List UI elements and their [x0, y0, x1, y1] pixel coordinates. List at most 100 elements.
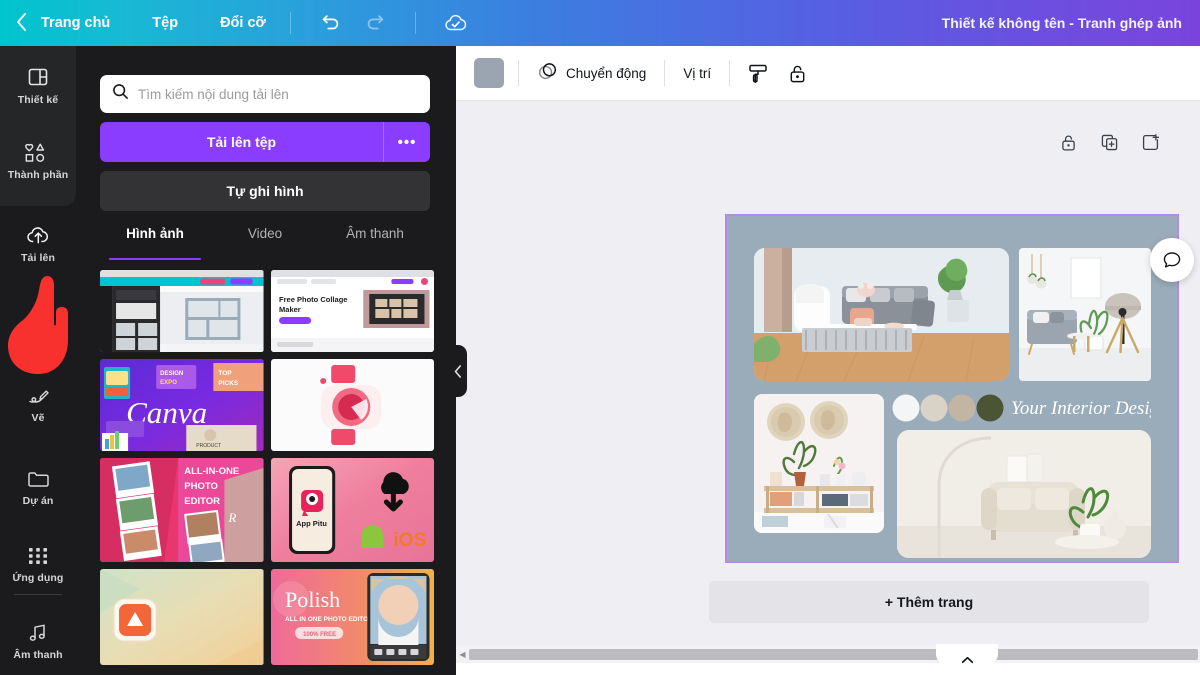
- tab-audio[interactable]: Âm thanh: [320, 226, 430, 260]
- thumbnail-canva-editor[interactable]: [100, 270, 264, 352]
- svg-text:ALL-IN-ONE: ALL-IN-ONE: [184, 466, 239, 477]
- header-divider-2: [414, 12, 416, 34]
- expand-panel-handle[interactable]: [936, 644, 998, 665]
- sidebar-label-audio: Âm thanh: [13, 648, 63, 661]
- photo-shelf-wall-art-room[interactable]: [754, 394, 884, 533]
- upload-file-button[interactable]: Tải lên tệp •••: [100, 122, 430, 162]
- element-toolbar: Chuyển động Vị trí: [456, 46, 1200, 101]
- circles-motion-icon: [537, 61, 558, 85]
- search-icon: [112, 83, 129, 105]
- document-title[interactable]: Thiết kế không tên - Tranh ghép ảnh: [942, 0, 1182, 46]
- search-box[interactable]: [100, 75, 430, 113]
- svg-text:Maker: Maker: [279, 305, 301, 314]
- lock-open-icon[interactable]: [784, 60, 811, 87]
- toolbar-divider-3: [729, 60, 731, 86]
- caret-left-icon[interactable]: ◀: [456, 650, 469, 659]
- editor-area: Chuyển động Vị trí Your Interior Desi + …: [456, 46, 1200, 675]
- animate-button[interactable]: Chuyển động: [533, 56, 650, 90]
- svg-text:R: R: [227, 510, 236, 525]
- svg-text:Free Photo Collage: Free Photo Collage: [279, 295, 347, 304]
- signature-text[interactable]: Your Interior Design: [1009, 392, 1151, 422]
- cloud-upload-icon: [25, 224, 52, 247]
- thumbnail-polaroid-collage[interactable]: ALL-IN-ONE PHOTO EDITOR R: [100, 458, 264, 562]
- color-palette-swatches[interactable]: [892, 394, 1004, 422]
- svg-text:PRODUCT: PRODUCT: [196, 443, 221, 449]
- upload-file-label: Tải lên tệp: [206, 134, 277, 150]
- undo-icon[interactable]: [316, 8, 346, 38]
- thumbnail-canva-banner[interactable]: DESIGN EXPO TOP PICKS Canva PRODUCT: [100, 359, 264, 451]
- cloud-check-icon[interactable]: [441, 8, 471, 38]
- sidebar-label-elements: Thành phần: [7, 168, 69, 181]
- rail-divider: [14, 594, 62, 595]
- app-header: Trang chủ Tệp Đổi cỡ Thiết kế không tên …: [0, 0, 1200, 46]
- svg-text:100% FREE: 100% FREE: [303, 632, 336, 638]
- canva-editor-window: Trang chủ Tệp Đổi cỡ Thiết kế không tên …: [0, 0, 1200, 675]
- sidebar-item-apps[interactable]: Ứng dụng: [0, 531, 76, 597]
- folder-icon: [26, 468, 51, 490]
- sidebar-item-elements[interactable]: Thành phần: [0, 128, 76, 194]
- svg-text:iOS: iOS: [393, 530, 426, 551]
- left-rail: Thiết kế Thành phần Tải lên Vẽ Dự án Ứng…: [0, 46, 76, 675]
- scrollbar-thumb[interactable]: [469, 649, 1198, 660]
- thumbnail-airbrush-app[interactable]: [100, 569, 264, 665]
- add-page-icon[interactable]: [1141, 133, 1160, 152]
- photo-minimal-white-room-lamp[interactable]: [1019, 248, 1151, 381]
- panel-collapse-button[interactable]: [449, 345, 467, 397]
- search-input[interactable]: [138, 86, 408, 102]
- record-yourself-button[interactable]: Tự ghi hình: [100, 171, 430, 211]
- uploads-panel: Tải lên tệp ••• Tự ghi hình Hình ảnh Vid…: [76, 46, 456, 675]
- uploads-thumbnail-grid: DESIGN EXPO TOP PICKS Canva PRODUCT ALL-…: [100, 270, 434, 670]
- music-note-icon: [26, 622, 50, 644]
- color-swatch-button[interactable]: [474, 58, 504, 88]
- svg-text:PICKS: PICKS: [218, 380, 239, 387]
- thumbnail-canva-website[interactable]: Free Photo Collage Maker: [270, 270, 434, 352]
- sidebar-label-uploads: Tải lên: [21, 252, 55, 264]
- thumbnail-app-pitu[interactable]: App Pitu iOS: [270, 458, 434, 562]
- sidebar-label-apps: Ứng dụng: [12, 571, 64, 584]
- position-label: Vị trí: [683, 65, 712, 81]
- upload-more-options-button[interactable]: •••: [384, 134, 430, 151]
- file-menu-button[interactable]: Tệp: [146, 11, 184, 35]
- thumbnail-camera-lens-app[interactable]: [270, 359, 434, 451]
- add-page-button[interactable]: + Thêm trang: [709, 581, 1149, 623]
- sidebar-item-design[interactable]: Thiết kế: [0, 52, 76, 118]
- hand-pointer-cursor: [2, 268, 74, 378]
- sidebar-label-projects: Dự án: [22, 494, 54, 507]
- resize-menu-button[interactable]: Đổi cỡ: [214, 11, 272, 35]
- sidebar-item-projects[interactable]: Dự án: [0, 454, 76, 520]
- horizontal-scrollbar[interactable]: ◀: [456, 646, 1200, 663]
- photo-beige-sofa-arch-room[interactable]: [897, 430, 1151, 558]
- sidebar-item-uploads[interactable]: Tải lên: [0, 211, 76, 277]
- redo-icon[interactable]: [360, 8, 390, 38]
- design-page[interactable]: Your Interior Design: [725, 214, 1194, 563]
- svg-text:DESIGN: DESIGN: [160, 371, 183, 377]
- home-menu-button[interactable]: Trang chủ: [35, 11, 116, 35]
- back-button[interactable]: [16, 12, 27, 34]
- svg-text:EDITOR: EDITOR: [184, 496, 220, 507]
- svg-text:TOP: TOP: [218, 370, 232, 377]
- canvas-area[interactable]: Your Interior Design: [456, 101, 1200, 646]
- sidebar-label-design: Thiết kế: [17, 93, 59, 106]
- sidebar-item-draw[interactable]: Vẽ: [0, 371, 76, 437]
- duplicate-page-icon[interactable]: [1100, 133, 1119, 152]
- toolbar-divider-2: [664, 60, 666, 86]
- svg-text:App Pitu: App Pitu: [296, 519, 327, 528]
- svg-text:ALL IN ONE PHOTO EDITOR: ALL IN ONE PHOTO EDITOR: [285, 616, 373, 623]
- tab-videos[interactable]: Video: [210, 226, 320, 260]
- svg-text:PHOTO: PHOTO: [184, 481, 218, 492]
- sidebar-label-draw: Vẽ: [31, 411, 45, 424]
- status-bar: Ghi chú Trang 1 / 1 44%: [456, 663, 1200, 675]
- tab-images[interactable]: Hình ảnh: [100, 226, 210, 260]
- photo-living-room-grey-sofa[interactable]: [754, 248, 1009, 381]
- shapes-icon: [25, 142, 51, 164]
- layout-icon: [26, 65, 50, 89]
- toolbar-divider-1: [518, 60, 519, 86]
- thumbnail-polish-editor[interactable]: Polish ALL IN ONE PHOTO EDITOR 100% FREE: [270, 569, 434, 665]
- sidebar-item-audio[interactable]: Âm thanh: [0, 608, 76, 674]
- pen-draw-icon: [26, 385, 50, 407]
- lock-icon[interactable]: [1059, 133, 1078, 152]
- comment-icon[interactable]: [1150, 238, 1194, 282]
- thumbnail-column-left: DESIGN EXPO TOP PICKS Canva PRODUCT ALL-…: [100, 270, 264, 670]
- paint-roller-icon[interactable]: [744, 59, 772, 87]
- position-button[interactable]: Vị trí: [679, 61, 715, 86]
